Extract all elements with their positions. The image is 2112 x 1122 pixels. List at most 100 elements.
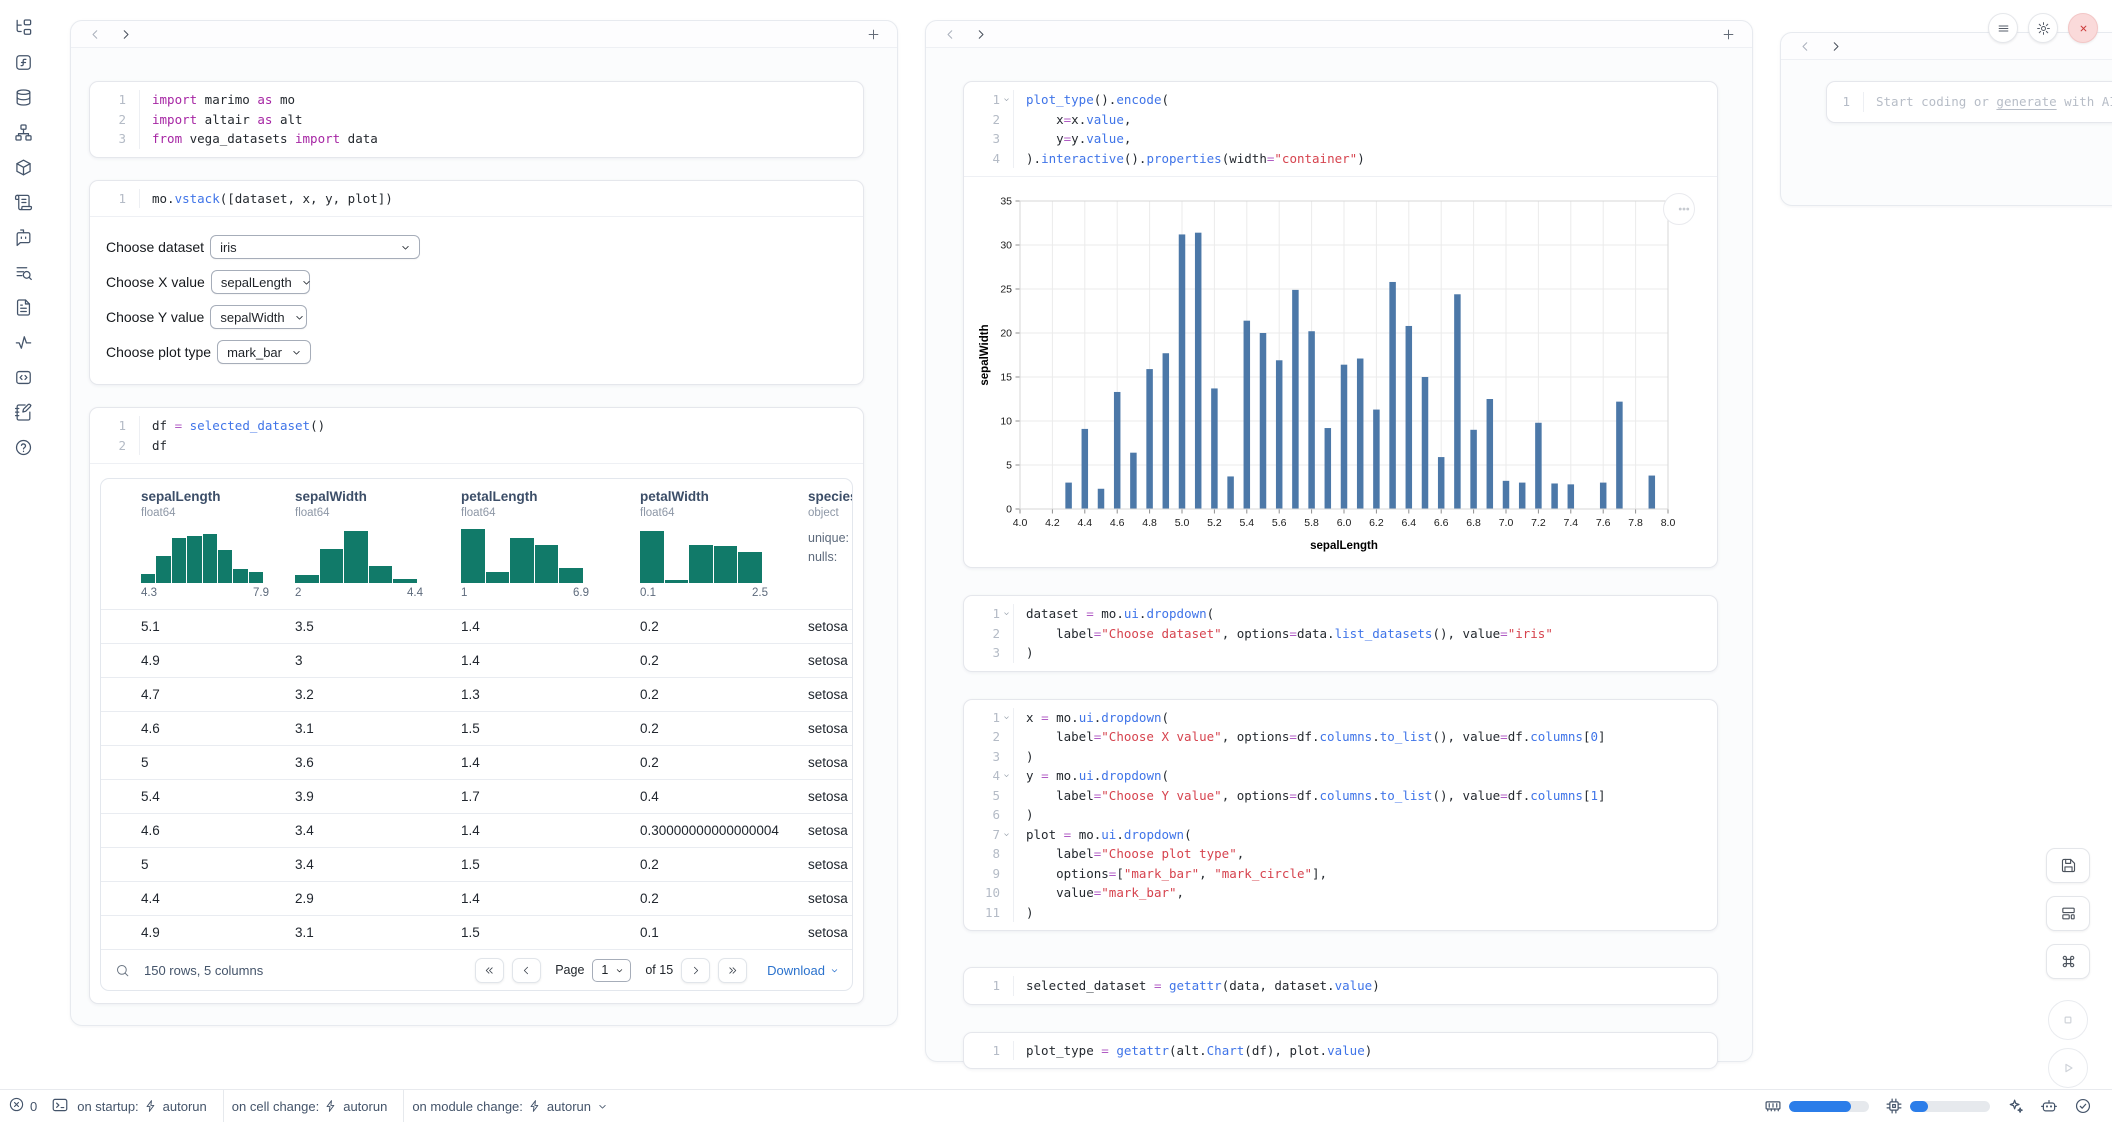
fold-chevron-icon[interactable] <box>1000 830 1013 839</box>
code-line[interactable]: selected_dataset = getattr(data, dataset… <box>1013 976 1717 996</box>
code-line[interactable]: x=x.value, <box>1013 110 1717 130</box>
code-placeholder[interactable]: Start coding or generate with AI <box>1863 92 2112 112</box>
code-cell-plot-encode[interactable]: 1plot_type().encode(2 x=x.value,3 y=y.va… <box>963 81 1718 568</box>
table-row[interactable]: 4.93.11.50.1setosa <box>101 915 852 949</box>
rail-button-function-square[interactable] <box>10 49 36 75</box>
column-prev-button[interactable] <box>940 24 960 44</box>
column-next-button[interactable] <box>115 24 135 44</box>
last-page-button[interactable] <box>718 958 747 983</box>
table-row[interactable]: 4.931.40.2setosa <box>101 643 852 677</box>
run-all-button[interactable] <box>2048 1048 2088 1088</box>
x-value-select[interactable]: sepalLength <box>211 270 310 294</box>
code-cell-xy-plot-dropdowns[interactable]: 1x = mo.ui.dropdown(2 label="Choose X va… <box>963 699 1718 932</box>
rail-button-scratchpad[interactable] <box>10 399 36 425</box>
rail-button-list-search[interactable] <box>10 259 36 285</box>
rail-button-database[interactable] <box>10 84 36 110</box>
code-cell-imports[interactable]: 1import marimo as mo2import altair as al… <box>89 81 864 158</box>
code-cell-dataset-dropdown[interactable]: 1dataset = mo.ui.dropdown(2 label="Choos… <box>963 595 1718 672</box>
table-row[interactable]: 4.42.91.40.2setosa <box>101 881 852 915</box>
code-line[interactable]: ).interactive().properties(width="contai… <box>1013 149 1717 169</box>
add-cell-button[interactable] <box>863 24 883 44</box>
rail-button-chat-bot[interactable] <box>10 224 36 250</box>
errors-indicator[interactable]: 0 <box>8 1096 37 1116</box>
stop-button[interactable] <box>2048 1000 2088 1040</box>
table-row[interactable]: 4.63.11.50.2setosa <box>101 711 852 745</box>
code-line[interactable]: ) <box>1013 903 1717 923</box>
rail-button-dependency-graph[interactable] <box>10 119 36 145</box>
close-panel-button[interactable] <box>2068 13 2098 43</box>
column-next-button[interactable] <box>1825 36 1845 56</box>
code-line[interactable]: value="mark_bar", <box>1013 883 1717 903</box>
code-line[interactable]: ) <box>1013 643 1717 663</box>
code-line[interactable]: label="Choose Y value", options=df.colum… <box>1013 786 1717 806</box>
generate-link[interactable]: generate <box>1996 94 2056 109</box>
rail-button-document[interactable] <box>10 294 36 320</box>
rail-button-file-tree[interactable] <box>10 14 36 40</box>
runtime-setting[interactable]: on module change:autorun <box>412 1099 609 1114</box>
table-row[interactable]: 5.43.91.70.4setosa <box>101 779 852 813</box>
code-line[interactable]: mo.vstack([dataset, x, y, plot]) <box>139 189 863 209</box>
column-header-petalWidth[interactable]: petalWidthfloat64 <box>632 489 800 519</box>
code-line[interactable]: label="Choose X value", options=df.colum… <box>1013 727 1717 747</box>
check-circle-button[interactable] <box>2074 1097 2092 1115</box>
code-line[interactable]: df <box>139 436 863 456</box>
column-header-species[interactable]: speciesobject <box>800 489 852 519</box>
terminal-button[interactable] <box>51 1096 69 1117</box>
code-line[interactable]: plot = mo.ui.dropdown( <box>1013 825 1717 845</box>
column-header-sepalWidth[interactable]: sepalWidthfloat64 <box>287 489 453 519</box>
code-line[interactable]: plot_type = getattr(alt.Chart(df), plot.… <box>1013 1041 1717 1061</box>
menu-button[interactable] <box>1988 13 2018 43</box>
fold-chevron-icon[interactable] <box>1000 95 1013 104</box>
empty-code-cell[interactable]: 1 Start coding or generate with AI <box>1826 81 2112 123</box>
runtime-setting[interactable]: on startup:autorun <box>77 1099 207 1114</box>
code-cell-vstack[interactable]: 1mo.vstack([dataset, x, y, plot]) Choose… <box>89 180 864 386</box>
chart-more-options-button[interactable] <box>1663 193 1695 225</box>
table-row[interactable]: 5.13.51.40.2setosa <box>101 609 852 643</box>
table-row[interactable]: 53.61.40.2setosa <box>101 745 852 779</box>
fold-chevron-icon[interactable] <box>1000 771 1013 780</box>
code-line[interactable]: y = mo.ui.dropdown( <box>1013 766 1717 786</box>
add-cell-button[interactable] <box>1718 24 1738 44</box>
table-row[interactable]: 4.63.41.40.30000000000000004setosa <box>101 813 852 847</box>
runtime-setting[interactable]: on cell change:autorun <box>232 1099 388 1114</box>
save-button[interactable] <box>2046 848 2090 883</box>
code-line[interactable]: ) <box>1013 747 1717 767</box>
command-button[interactable] <box>2046 944 2090 979</box>
code-line[interactable]: x = mo.ui.dropdown( <box>1013 708 1717 728</box>
rail-button-snippets[interactable] <box>10 364 36 390</box>
code-line[interactable]: df = selected_dataset() <box>139 416 863 436</box>
code-line[interactable]: plot_type().encode( <box>1013 90 1717 110</box>
code-line[interactable]: dataset = mo.ui.dropdown( <box>1013 604 1717 624</box>
code-line[interactable]: label="Choose dataset", options=data.lis… <box>1013 624 1717 644</box>
layout-grid-button[interactable] <box>2046 896 2090 931</box>
rail-button-scroll[interactable] <box>10 189 36 215</box>
fold-chevron-icon[interactable] <box>1000 713 1013 722</box>
first-page-button[interactable] <box>475 958 504 983</box>
plot-type-select[interactable]: mark_bar <box>217 340 311 364</box>
bot-button[interactable] <box>2040 1097 2058 1115</box>
code-line[interactable]: from vega_datasets import data <box>139 129 863 149</box>
column-prev-button[interactable] <box>1795 36 1815 56</box>
fold-chevron-icon[interactable] <box>1000 609 1013 618</box>
download-button[interactable]: Download <box>767 963 840 978</box>
table-row[interactable]: 53.41.50.2setosa <box>101 847 852 881</box>
column-next-button[interactable] <box>970 24 990 44</box>
code-cell-dataframe[interactable]: 1df = selected_dataset()2df sepalLengthf… <box>89 407 864 1004</box>
prev-page-button[interactable] <box>512 958 541 983</box>
page-number-select[interactable]: 1 <box>592 959 631 982</box>
gear-button[interactable] <box>2028 13 2058 43</box>
column-prev-button[interactable] <box>85 24 105 44</box>
code-line[interactable]: options=["mark_bar", "mark_circle"], <box>1013 864 1717 884</box>
code-line[interactable]: import altair as alt <box>139 110 863 130</box>
code-cell-plot-type[interactable]: 1plot_type = getattr(alt.Chart(df), plot… <box>963 1032 1718 1070</box>
column-header-petalLength[interactable]: petalLengthfloat64 <box>453 489 632 519</box>
code-line[interactable]: y=y.value, <box>1013 129 1717 149</box>
next-page-button[interactable] <box>681 958 710 983</box>
code-line[interactable]: import marimo as mo <box>139 90 863 110</box>
sparkles-button[interactable] <box>2006 1097 2024 1115</box>
column-header-sepalLength[interactable]: sepalLengthfloat64 <box>133 489 287 519</box>
code-cell-selected-dataset[interactable]: 1selected_dataset = getattr(data, datase… <box>963 967 1718 1005</box>
table-search-button[interactable] <box>115 963 130 978</box>
rail-button-help[interactable] <box>10 434 36 460</box>
code-line[interactable]: label="Choose plot type", <box>1013 844 1717 864</box>
